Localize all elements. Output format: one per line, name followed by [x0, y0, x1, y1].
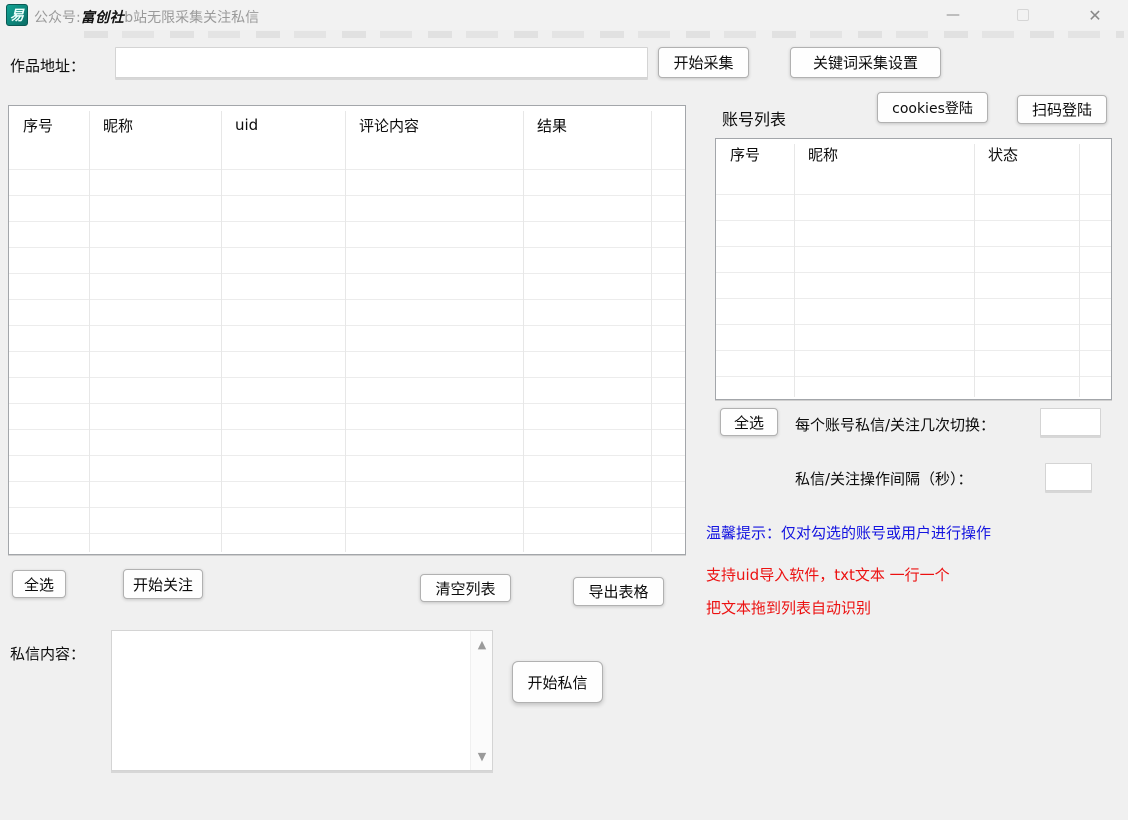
maximize-button[interactable]	[1000, 0, 1046, 30]
comments-table[interactable]: 序号 昵称 uid 评论内容 结果	[8, 105, 686, 555]
col-header-nickname[interactable]: 昵称	[794, 144, 974, 165]
col-header-result[interactable]: 结果	[523, 115, 651, 136]
column-divider	[974, 144, 975, 397]
dm-content-scrollbar[interactable]: ▲ ▼	[470, 631, 492, 770]
minimize-button[interactable]: —	[930, 0, 976, 30]
switch-times-label: 每个账号私信/关注几次切换：	[795, 414, 995, 435]
tip-red-line1: 支持uid导入软件，txt文本 一行一个	[706, 564, 950, 585]
minimize-icon: —	[946, 7, 960, 23]
column-divider	[345, 111, 346, 552]
accounts-table-header: 序号 昵称 状态	[716, 139, 1111, 169]
tip-red-line2: 把文本拖到列表自动识别	[706, 597, 871, 618]
col-header-uid[interactable]: uid	[221, 116, 345, 134]
dm-content-box: ▲ ▼	[111, 630, 493, 771]
column-divider	[651, 111, 652, 552]
window-title: 公众号:富创社b站无限采集关注私信	[34, 7, 259, 27]
keyword-collect-settings-button[interactable]: 关键词采集设置	[790, 47, 941, 78]
close-icon: ✕	[1088, 6, 1101, 25]
column-divider	[794, 144, 795, 397]
column-divider	[89, 111, 90, 552]
column-divider	[221, 111, 222, 552]
accounts-select-all-button[interactable]: 全选	[720, 408, 778, 436]
column-divider	[1079, 144, 1080, 397]
column-divider	[523, 111, 524, 552]
col-header-status[interactable]: 状态	[974, 144, 1079, 165]
watermark-strip	[84, 31, 1124, 38]
comments-select-all-button[interactable]: 全选	[12, 570, 66, 598]
dm-content-textarea[interactable]	[112, 631, 470, 770]
scroll-down-icon[interactable]: ▼	[471, 750, 493, 763]
col-header-nickname[interactable]: 昵称	[89, 115, 221, 136]
window-title-suffix: b站无限采集关注私信	[124, 10, 259, 26]
col-header-index[interactable]: 序号	[9, 115, 89, 136]
col-header-index[interactable]: 序号	[716, 144, 794, 165]
accounts-table[interactable]: 序号 昵称 状态	[715, 138, 1112, 400]
cookies-login-button[interactable]: cookies登陆	[877, 92, 988, 123]
interval-seconds-label: 私信/关注操作间隔（秒）：	[795, 468, 973, 489]
dm-content-label: 私信内容：	[10, 643, 85, 664]
app-icon: 易	[6, 4, 28, 26]
app-icon-glyph: 易	[10, 5, 24, 25]
start-dm-button[interactable]: 开始私信	[512, 661, 603, 703]
col-header-comment[interactable]: 评论内容	[345, 115, 523, 136]
start-follow-button[interactable]: 开始关注	[123, 569, 203, 599]
accounts-list-title: 账号列表	[722, 106, 786, 130]
work-url-input[interactable]	[115, 47, 648, 78]
interval-seconds-input[interactable]	[1045, 463, 1092, 491]
switch-times-input[interactable]	[1040, 408, 1101, 436]
start-collect-button[interactable]: 开始采集	[658, 47, 749, 78]
window-title-prefix: 公众号:	[34, 10, 81, 26]
work-url-label: 作品地址：	[10, 55, 85, 76]
clear-list-button[interactable]: 清空列表	[420, 574, 511, 602]
accounts-table-body[interactable]	[716, 169, 1111, 399]
maximize-icon	[1017, 9, 1029, 21]
comments-table-header: 序号 昵称 uid 评论内容 结果	[9, 106, 685, 144]
scan-login-button[interactable]: 扫码登陆	[1017, 95, 1107, 124]
window-title-brand: 富创社	[81, 10, 125, 26]
export-table-button[interactable]: 导出表格	[573, 577, 664, 606]
scroll-up-icon[interactable]: ▲	[471, 638, 493, 651]
tip-blue-text: 温馨提示：仅对勾选的账号或用户进行操作	[706, 522, 991, 543]
close-button[interactable]: ✕	[1072, 0, 1118, 30]
comments-table-body[interactable]	[9, 144, 685, 554]
